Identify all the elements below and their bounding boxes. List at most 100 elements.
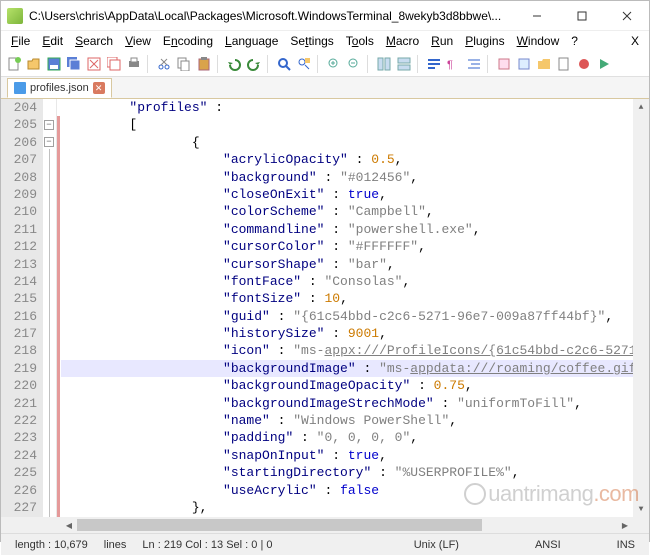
menu-view[interactable]: View [119, 33, 157, 49]
menu-file[interactable]: File [5, 33, 36, 49]
menu-macro[interactable]: Macro [380, 33, 425, 49]
code-line[interactable]: "name" : "Windows PowerShell", [61, 412, 633, 429]
code-line[interactable]: "closeOnExit" : true, [61, 186, 633, 203]
line-number: 221 [1, 395, 37, 412]
line-number: 215 [1, 290, 37, 307]
svg-text:¶: ¶ [447, 59, 453, 71]
play-icon[interactable] [595, 55, 613, 73]
record-icon[interactable] [575, 55, 593, 73]
file-tab[interactable]: profiles.json ✕ [7, 78, 112, 98]
code-line[interactable]: "padding" : "0, 0, 0, 0", [61, 429, 633, 446]
sync-v-icon[interactable] [375, 55, 393, 73]
code-line[interactable]: "background" : "#012456", [61, 169, 633, 186]
find-icon[interactable] [275, 55, 293, 73]
app-icon [7, 8, 23, 24]
code-line[interactable]: "startingDirectory" : "%USERPROFILE%", [61, 464, 633, 481]
menu-encoding[interactable]: Encoding [157, 33, 219, 49]
code-line[interactable]: "fontSize" : 10, [61, 290, 633, 307]
toolbar: ¶ [1, 51, 649, 77]
save-all-icon[interactable] [65, 55, 83, 73]
code-line[interactable]: "cursorColor" : "#FFFFFF", [61, 238, 633, 255]
toolbar-separator [147, 55, 151, 73]
indent-icon[interactable] [465, 55, 483, 73]
fold-box-icon[interactable]: − [44, 120, 54, 130]
wrap-icon[interactable] [425, 55, 443, 73]
menu-run[interactable]: Run [425, 33, 459, 49]
undo-icon[interactable] [225, 55, 243, 73]
menu-plugins[interactable]: Plugins [459, 33, 510, 49]
code-line[interactable]: [ [61, 116, 633, 133]
scroll-right-icon[interactable]: ▶ [617, 517, 633, 533]
horizontal-scrollbar[interactable]: ◀ ▶ [61, 517, 633, 533]
maximize-button[interactable] [559, 1, 604, 31]
line-number: 222 [1, 412, 37, 429]
menu-close-x[interactable]: X [625, 33, 645, 49]
file-icon [14, 82, 26, 94]
new-file-icon[interactable] [5, 55, 23, 73]
toolbar-separator [417, 55, 421, 73]
menu-settings[interactable]: Settings [284, 33, 339, 49]
scroll-up-icon[interactable]: ▲ [633, 99, 649, 115]
vertical-scrollbar[interactable]: ▲ ▼ [633, 99, 649, 517]
open-icon[interactable] [25, 55, 43, 73]
replace-icon[interactable] [295, 55, 313, 73]
code-line[interactable]: "cursorShape" : "bar", [61, 256, 633, 273]
code-line[interactable]: }, [61, 499, 633, 516]
fold-margin[interactable]: − − [43, 99, 57, 517]
line-number: 219 [1, 360, 37, 377]
code-line[interactable]: "profiles" : [61, 99, 633, 116]
code-line[interactable]: "snapOnInput" : true, [61, 447, 633, 464]
menu-tools[interactable]: Tools [340, 33, 380, 49]
close-all-icon[interactable] [105, 55, 123, 73]
line-number: 223 [1, 429, 37, 446]
line-number: 214 [1, 273, 37, 290]
fold-icon[interactable] [495, 55, 513, 73]
fold-box-icon[interactable]: − [44, 137, 54, 147]
scroll-left-icon[interactable]: ◀ [61, 517, 77, 533]
line-gutter: 2042052062072082092102112122132142152162… [1, 99, 43, 517]
code-line[interactable]: "icon" : "ms-appx:///ProfileIcons/{61c54… [61, 342, 633, 359]
line-number: 217 [1, 325, 37, 342]
code-area[interactable]: "profiles" : [ { "acrylicOpacity" : 0.5,… [61, 99, 633, 517]
menu-help[interactable]: ? [565, 33, 584, 49]
minimize-button[interactable] [514, 1, 559, 31]
folder-icon[interactable] [535, 55, 553, 73]
doc-icon[interactable] [555, 55, 573, 73]
code-line[interactable]: "commandline" : "powershell.exe", [61, 221, 633, 238]
zoom-out-icon[interactable] [345, 55, 363, 73]
code-line[interactable]: "backgroundImageStrechMode" : "uniformTo… [61, 395, 633, 412]
menu-language[interactable]: Language [219, 33, 284, 49]
close-icon[interactable] [85, 55, 103, 73]
show-all-icon[interactable]: ¶ [445, 55, 463, 73]
menu-window[interactable]: Window [511, 33, 566, 49]
code-line[interactable]: "useAcrylic" : false [61, 482, 633, 499]
code-line[interactable]: { [61, 134, 633, 151]
status-mode: INS [609, 539, 643, 551]
unfold-icon[interactable] [515, 55, 533, 73]
menu-edit[interactable]: Edit [36, 33, 69, 49]
scroll-down-icon[interactable]: ▼ [633, 501, 649, 517]
code-line[interactable]: "backgroundImageOpacity" : 0.75, [61, 377, 633, 394]
cut-icon[interactable] [155, 55, 173, 73]
line-number: 211 [1, 221, 37, 238]
scroll-thumb[interactable] [77, 519, 482, 531]
menu-search[interactable]: Search [69, 33, 119, 49]
sync-h-icon[interactable] [395, 55, 413, 73]
zoom-in-icon[interactable] [325, 55, 343, 73]
code-line[interactable]: "fontFace" : "Consolas", [61, 273, 633, 290]
editor[interactable]: 2042052062072082092102112122132142152162… [1, 99, 649, 517]
code-line[interactable]: "colorScheme" : "Campbell", [61, 203, 633, 220]
save-icon[interactable] [45, 55, 63, 73]
window-close-button[interactable] [604, 1, 649, 31]
redo-icon[interactable] [245, 55, 263, 73]
code-line[interactable]: "backgroundImage" : "ms-appdata:///roami… [61, 360, 633, 377]
status-pos: Ln : 219 Col : 13 Sel : 0 | 0 [134, 539, 280, 551]
code-line[interactable]: "guid" : "{61c54bbd-c2c6-5271-96e7-009a8… [61, 308, 633, 325]
line-number: 226 [1, 482, 37, 499]
code-line[interactable]: "historySize" : 9001, [61, 325, 633, 342]
code-line[interactable]: "acrylicOpacity" : 0.5, [61, 151, 633, 168]
tab-close-icon[interactable]: ✕ [93, 82, 105, 94]
paste-icon[interactable] [195, 55, 213, 73]
copy-icon[interactable] [175, 55, 193, 73]
print-icon[interactable] [125, 55, 143, 73]
